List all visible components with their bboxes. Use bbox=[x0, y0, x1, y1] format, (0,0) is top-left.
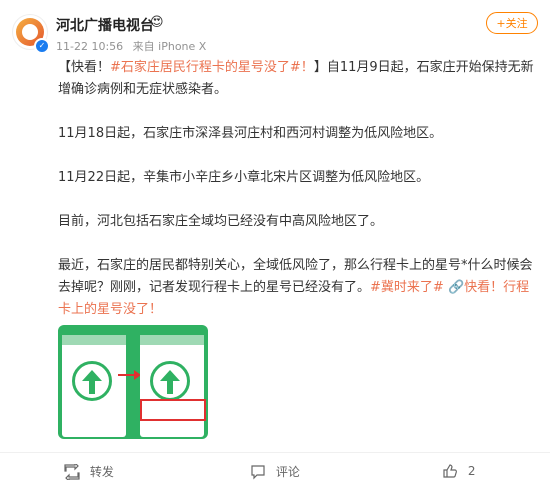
comment-button[interactable]: 评论 bbox=[250, 463, 300, 480]
post-timestamp[interactable]: 11-22 10:56 bbox=[56, 40, 123, 53]
highlight-box bbox=[140, 399, 206, 421]
verified-badge-icon: ✓ bbox=[34, 38, 50, 54]
itinerary-card-before bbox=[62, 335, 126, 437]
paragraph-3: 11月22日起，辛集市小辛庄乡小章北宋片区调整为低风险地区。 bbox=[58, 170, 430, 185]
paragraph-4: 目前，河北包括石家庄全域均已经没有中高风险地区了。 bbox=[58, 214, 384, 229]
like-count: 2 bbox=[467, 464, 476, 478]
post-header: ✓ 河北广播电视台 😍 11-22 10:56 来自 iPhone X +关注 bbox=[0, 0, 550, 58]
action-bar: 转发 评论 2 bbox=[0, 452, 550, 489]
emoji-badge-icon: 😍 bbox=[150, 15, 164, 30]
paragraph-5: 最近，石家庄的居民都特别关心，全域低风险了，那么行程卡上的星号*什么时候会去掉呢… bbox=[58, 258, 533, 317]
comment-label: 评论 bbox=[275, 465, 300, 479]
paragraph-2: 11月18日起，石家庄市深泽县河庄村和西河村调整为低风险地区。 bbox=[58, 126, 443, 141]
author-name[interactable]: 河北广播电视台 bbox=[56, 15, 154, 35]
paragraph-1: 【快看！#石家庄居民行程卡的星号没了#！】自11月9日起，石家庄开始保持无新增确… bbox=[58, 60, 534, 97]
comment-icon bbox=[251, 464, 265, 479]
repost-button[interactable]: 转发 bbox=[64, 461, 114, 482]
arrow-up-icon bbox=[72, 361, 112, 401]
post-meta: 11-22 10:56 来自 iPhone X bbox=[56, 38, 206, 54]
like-button[interactable]: 2 bbox=[442, 463, 475, 479]
post-image[interactable] bbox=[58, 325, 208, 439]
itinerary-card-after bbox=[140, 335, 204, 437]
repost-icon bbox=[64, 461, 80, 482]
follow-button[interactable]: +关注 bbox=[486, 12, 538, 34]
thumbs-up-icon bbox=[443, 464, 457, 478]
topic-link[interactable]: #石家庄居民行程卡的星号没了#！ bbox=[110, 60, 314, 75]
repost-label: 转发 bbox=[89, 465, 114, 479]
link-icon: 🔗 bbox=[447, 280, 465, 295]
topic-link[interactable]: #冀时来了# bbox=[370, 280, 444, 295]
post-content: 【快看！#石家庄居民行程卡的星号没了#！】自11月9日起，石家庄开始保持无新增确… bbox=[58, 57, 542, 321]
arrow-up-icon bbox=[150, 361, 190, 401]
post-source: 来自 iPhone X bbox=[132, 40, 207, 53]
